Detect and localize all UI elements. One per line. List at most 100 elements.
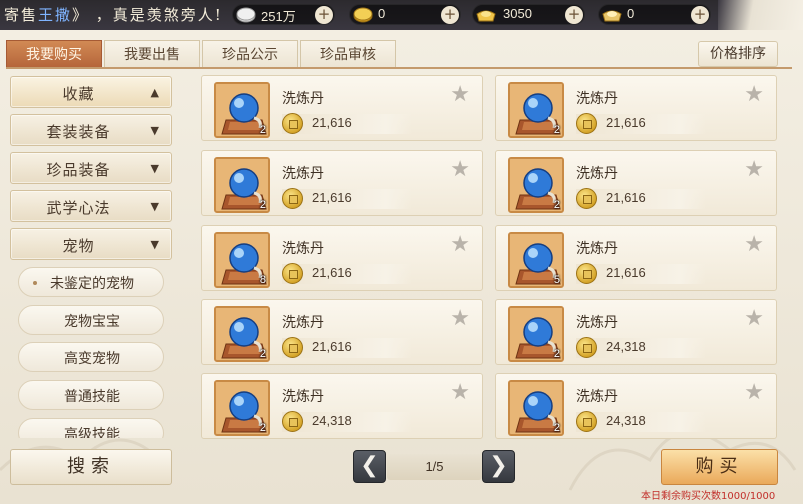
item-thumbnail: 2 (214, 380, 270, 436)
announcement-marquee: 寄售王撒》 ，真是羡煞旁人! (4, 4, 223, 25)
category-favorites[interactable]: 收藏 ▲ (10, 76, 172, 108)
item-thumbnail: 2 (508, 82, 564, 138)
chevron-down-icon: ▼ (150, 238, 159, 251)
chevron-down-icon: ▼ (150, 162, 159, 175)
top-bar: 寄售王撒》 ，真是羡煞旁人! 251万 + 0 + 3050 + 0 + (0, 0, 803, 30)
category-label: 收藏 (62, 85, 95, 103)
subcategory-mutant-pets[interactable]: 高变宠物 (18, 342, 164, 372)
item-price: 21,616 (606, 190, 646, 205)
subcategory-label: 高变宠物 (64, 351, 120, 367)
item-card[interactable]: 2 洗炼丹 24,318 ★ (495, 299, 777, 365)
category-label: 武学心法 (46, 199, 111, 217)
item-count: 5 (553, 274, 560, 286)
item-card[interactable]: 2 洗炼丹 24,318 ★ (201, 373, 483, 439)
subcategory-label: 高级技能 (64, 427, 120, 438)
item-card[interactable]: 5 洗炼丹 21,616 ★ (495, 225, 777, 291)
item-card[interactable]: 2 洗炼丹 21,616 ★ (201, 150, 483, 216)
item-price: 24,318 (606, 339, 646, 354)
favorite-star-icon[interactable]: ★ (450, 234, 470, 256)
favorite-star-icon[interactable]: ★ (744, 84, 764, 106)
chevron-down-icon: ▼ (150, 200, 159, 213)
gold-coin-icon (576, 113, 597, 134)
favorite-star-icon[interactable]: ★ (450, 159, 470, 181)
item-card[interactable]: 2 洗炼丹 21,616 ★ (495, 75, 777, 141)
top-bar-decoration (718, 0, 803, 30)
favorite-star-icon[interactable]: ★ (450, 382, 470, 404)
gold-coin-icon (576, 411, 597, 432)
add-gold-button[interactable]: + (441, 6, 459, 24)
gold-coin-icon (282, 411, 303, 432)
gold-coin-icon (576, 188, 597, 209)
favorite-star-icon[interactable]: ★ (450, 308, 470, 330)
favorite-star-icon[interactable]: ★ (450, 84, 470, 106)
favorite-star-icon[interactable]: ★ (744, 308, 764, 330)
tab-divider (6, 67, 792, 69)
resource-silver-value: 251万 (261, 9, 296, 24)
gold-coin-icon (282, 263, 303, 284)
category-label: 套装装备 (46, 123, 111, 141)
item-price: 21,616 (312, 339, 352, 354)
favorite-star-icon[interactable]: ★ (744, 382, 764, 404)
search-button[interactable]: 搜索 (10, 449, 172, 485)
item-price: 21,616 (312, 190, 352, 205)
item-name: 洗炼丹 (282, 241, 324, 257)
tab-buy[interactable]: 我要购买 (6, 40, 102, 68)
next-page-button[interactable]: ❯ (482, 450, 515, 483)
subcategory-unidentified-pets[interactable]: 未鉴定的宠物 (18, 267, 164, 297)
resource-gold-value: 0 (378, 6, 386, 21)
item-card[interactable]: 2 洗炼丹 21,616 ★ (201, 75, 483, 141)
item-card[interactable]: 2 洗炼丹 24,318 ★ (495, 373, 777, 439)
item-count: 8 (259, 274, 266, 286)
item-card[interactable]: 8 洗炼丹 21,616 ★ (201, 225, 483, 291)
item-name: 洗炼丹 (576, 91, 618, 107)
gold-coin-icon (353, 7, 373, 23)
item-price: 24,318 (606, 413, 646, 428)
item-card[interactable]: 2 洗炼丹 21,616 ★ (495, 150, 777, 216)
marquee-player-name: 王撒 (38, 6, 73, 24)
subcategory-pet-babies[interactable]: 宠物宝宝 (18, 305, 164, 335)
item-price: 21,616 (312, 265, 352, 280)
add-silver-ingot-button[interactable]: + (691, 6, 709, 24)
item-name: 洗炼丹 (282, 315, 324, 331)
category-treasure-equipment[interactable]: 珍品装备 ▼ (10, 152, 172, 184)
item-name: 洗炼丹 (576, 389, 618, 405)
item-name: 洗炼丹 (576, 315, 618, 331)
marquee-suffix: 》 ，真是羡煞旁人! (72, 6, 223, 24)
item-name: 洗炼丹 (282, 91, 324, 107)
item-count: 2 (553, 124, 560, 136)
item-thumbnail: 2 (214, 82, 270, 138)
gold-coin-icon (576, 263, 597, 284)
add-silver-button[interactable]: + (315, 6, 333, 24)
item-card[interactable]: 2 洗炼丹 21,616 ★ (201, 299, 483, 365)
tab-treasure-showcase[interactable]: 珍品公示 (202, 40, 298, 68)
sort-by-price-button[interactable]: 价格排序 (698, 41, 778, 67)
resource-silver: 251万 + (232, 4, 335, 25)
category-label: 宠物 (62, 237, 95, 255)
favorite-star-icon[interactable]: ★ (744, 234, 764, 256)
buy-button[interactable]: 购买 (661, 449, 778, 485)
tab-sell[interactable]: 我要出售 (104, 40, 200, 68)
item-count: 2 (553, 422, 560, 434)
subcategory-normal-skills[interactable]: 普通技能 (18, 380, 164, 410)
item-name: 洗炼丹 (576, 166, 618, 182)
gold-coin-icon (282, 113, 303, 134)
item-price: 21,616 (312, 115, 352, 130)
item-thumbnail: 2 (214, 306, 270, 362)
favorite-star-icon[interactable]: ★ (744, 159, 764, 181)
category-martial-arts[interactable]: 武学心法 ▼ (10, 190, 172, 222)
category-pets[interactable]: 宠物 ▼ (10, 228, 172, 260)
item-price: 21,616 (606, 265, 646, 280)
category-label: 珍品装备 (46, 161, 111, 179)
category-set-equipment[interactable]: 套装装备 ▼ (10, 114, 172, 146)
tab-treasure-review[interactable]: 珍品审核 (300, 40, 396, 68)
item-count: 2 (259, 422, 266, 434)
item-count: 2 (259, 124, 266, 136)
silver-ingot-icon (602, 10, 622, 22)
resource-silver-ingot: 0 + (598, 4, 711, 25)
add-gold-ingot-button[interactable]: + (565, 6, 583, 24)
resource-gold-ingot: 3050 + (472, 4, 585, 25)
item-thumbnail: 2 (214, 157, 270, 213)
item-count: 2 (553, 348, 560, 360)
prev-page-button[interactable]: ❮ (353, 450, 386, 483)
subcategory-advanced-skills[interactable]: 高级技能 (18, 418, 164, 438)
